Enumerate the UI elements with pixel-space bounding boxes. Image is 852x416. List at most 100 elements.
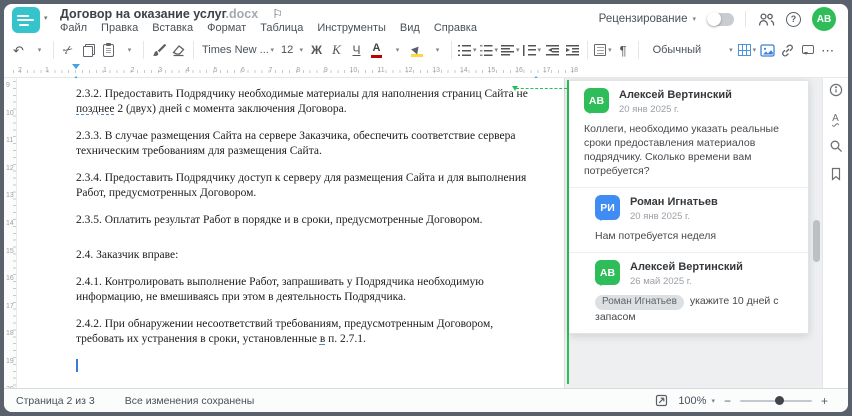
paste-button[interactable]: [99, 39, 118, 61]
menu-item-6[interactable]: Вид: [400, 22, 420, 34]
ruler-number: 11: [377, 66, 385, 74]
font-color-button[interactable]: А: [367, 39, 386, 61]
italic-button[interactable]: К: [327, 39, 346, 61]
paragraph[interactable]: 2.3.5. Оплатить результат Работ в порядк…: [76, 213, 536, 228]
undo-button[interactable]: ↶: [9, 39, 28, 61]
paragraph-settings-button[interactable]: ▾: [593, 39, 613, 61]
line-spacing-button[interactable]: ▾: [522, 39, 543, 61]
insert-table-button[interactable]: ▾: [737, 39, 758, 61]
paragraph[interactable]: 2.3.4. Предоставить Подрядчику доступ к …: [76, 171, 536, 200]
decrease-indent-button[interactable]: [543, 39, 562, 61]
highlight-menu-button[interactable]: ▾: [427, 39, 446, 61]
highlight-button[interactable]: [407, 39, 426, 61]
cursor-paragraph[interactable]: [76, 359, 536, 374]
menu-item-4[interactable]: Таблица: [260, 22, 303, 34]
menu-item-7[interactable]: Справка: [434, 22, 477, 34]
vertical-ruler[interactable]: 91011121314151617181920: [4, 78, 17, 388]
avatar-tail-icon: [586, 109, 594, 118]
underline-button[interactable]: Ч: [347, 39, 366, 61]
font-size-select[interactable]: 12 ▾: [278, 40, 306, 60]
cut-button[interactable]: ✂: [59, 39, 78, 61]
app-logo-icon[interactable]: [12, 7, 40, 33]
spellcheck-icon[interactable]: А: [828, 110, 844, 126]
clear-style-button[interactable]: [169, 39, 188, 61]
text-run: п. 2.7.1.: [325, 332, 366, 345]
paste-menu-button[interactable]: ▾: [119, 39, 138, 61]
bookmark-icon[interactable]: [828, 166, 844, 182]
menu-item-5[interactable]: Инструменты: [317, 22, 386, 34]
ruler-number: 18: [570, 66, 579, 74]
nonprinting-chars-button[interactable]: ¶: [614, 39, 633, 61]
info-icon[interactable]: [828, 82, 844, 98]
menu-item-0[interactable]: Файл: [60, 22, 87, 34]
avatar-initials: АВ: [599, 266, 616, 279]
zoom-slider-handle[interactable]: [774, 396, 784, 405]
collaboration-users-icon[interactable]: [757, 10, 775, 28]
zoom-out-button[interactable]: −: [724, 394, 731, 408]
insert-comment-button[interactable]: [798, 39, 817, 61]
favorite-flag-icon[interactable]: ⚐: [272, 7, 283, 21]
increase-indent-button[interactable]: [563, 39, 582, 61]
search-icon[interactable]: [828, 138, 844, 154]
bullet-list-button[interactable]: ▾: [457, 39, 478, 61]
numbered-list-button[interactable]: ▾: [479, 39, 500, 61]
header: ▾ Договор на оказание услуг.docx ⚐ Файл Пр…: [4, 4, 848, 36]
ruler-number: 15: [6, 247, 14, 255]
ruler-number: 13: [432, 66, 441, 74]
paragraph[interactable]: 2.4.2. При обнаружении несоответствий тр…: [76, 317, 536, 346]
font-name-select[interactable]: Times New ... ▾: [199, 40, 277, 60]
review-mode-dropdown[interactable]: Рецензирование ▾: [599, 13, 696, 25]
comment-1[interactable]: РИ Роман Игнатьев 20 янв 2025 г. Нам потреб…: [569, 187, 808, 252]
copy-button[interactable]: [79, 39, 98, 61]
paragraph[interactable]: 2.3.3. В случае размещения Сайта на серв…: [76, 129, 536, 158]
user-avatar[interactable]: АВ: [812, 7, 836, 31]
document-text: 2.3.2. Предоставить Подрядчику необходим…: [76, 87, 536, 374]
menu-item-3[interactable]: Формат: [207, 22, 246, 34]
menu-item-2[interactable]: Вставка: [152, 22, 193, 34]
insert-link-button[interactable]: [778, 39, 797, 61]
chevron-down-icon: ▾: [752, 47, 757, 54]
review-toggle[interactable]: [707, 12, 734, 26]
comment-icon: [801, 44, 814, 55]
fit-page-icon[interactable]: [653, 393, 669, 409]
comment-0[interactable]: АВ Алексей Вертинский 20 янв 2025 г. Коллег…: [569, 81, 808, 187]
ruler-number: 15: [487, 66, 496, 74]
comment-header: АВ Алексей Вертинский 20 янв 2025 г.: [584, 88, 796, 115]
zoom-select[interactable]: 100% ▾: [678, 395, 715, 407]
paragraph-style-value: Обычный: [652, 44, 702, 56]
insert-image-button[interactable]: [758, 39, 777, 61]
menu-bar: Файл Правка Вставка Формат Таблица Инструмент…: [60, 22, 477, 34]
comment-author: Алексей Вертинский: [630, 261, 743, 273]
undo-menu-button[interactable]: ▾: [29, 39, 48, 61]
page-indicator[interactable]: Страница 2 из 3: [16, 395, 95, 407]
bold-button[interactable]: Ж: [307, 39, 326, 61]
menu-item-1[interactable]: Правка: [101, 22, 138, 34]
help-icon[interactable]: ?: [786, 11, 801, 27]
align-button[interactable]: ▾: [500, 39, 521, 61]
font-color-menu-button[interactable]: ▾: [387, 39, 406, 61]
horizontal-ruler[interactable]: 2 1 1 2 3 4 5 6 7 8 9 10 11 12 13 14 15 16 17 18: [4, 64, 848, 81]
paragraph[interactable]: 2.4. Заказчик вправе:: [76, 248, 536, 263]
chevron-down-icon: ▾: [127, 47, 132, 54]
more-tools-button[interactable]: ⋯: [818, 39, 837, 61]
document-page[interactable]: 2.3.2. Предоставить Подрядчику необходим…: [17, 78, 565, 388]
zoom-slider[interactable]: [739, 396, 812, 405]
logo-caret-icon[interactable]: ▾: [44, 14, 48, 22]
ruler-number: 7: [268, 66, 273, 74]
eraser-icon: [172, 45, 185, 57]
zoom-value: 100%: [678, 394, 707, 407]
paragraph[interactable]: 2.3.2. Предоставить Подрядчику необходим…: [76, 87, 536, 116]
ruler-number: 11: [6, 137, 14, 145]
decrease-indent-icon: [546, 44, 560, 56]
vertical-scrollbar[interactable]: [813, 220, 820, 262]
comment-2[interactable]: АВ Алексей Вертинский 26 май 2025 г. Роман …: [569, 252, 808, 333]
ruler-number: 6: [241, 66, 245, 74]
text-run: 2.4.1. Контролировать выполнение Работ, …: [76, 276, 484, 303]
format-painter-button[interactable]: [149, 39, 168, 61]
comments-popover[interactable]: АВ Алексей Вертинский 20 янв 2025 г. Коллег…: [569, 80, 809, 334]
paragraph[interactable]: 2.4.1. Контролировать выполнение Работ, …: [76, 275, 536, 304]
zoom-in-button[interactable]: +: [821, 394, 828, 408]
text-run: 2.3.5. Оплатить результат Работ в порядк…: [76, 214, 483, 226]
chevron-down-icon: ▾: [729, 47, 733, 54]
paragraph-style-select[interactable]: Обычный ▾: [650, 40, 736, 60]
